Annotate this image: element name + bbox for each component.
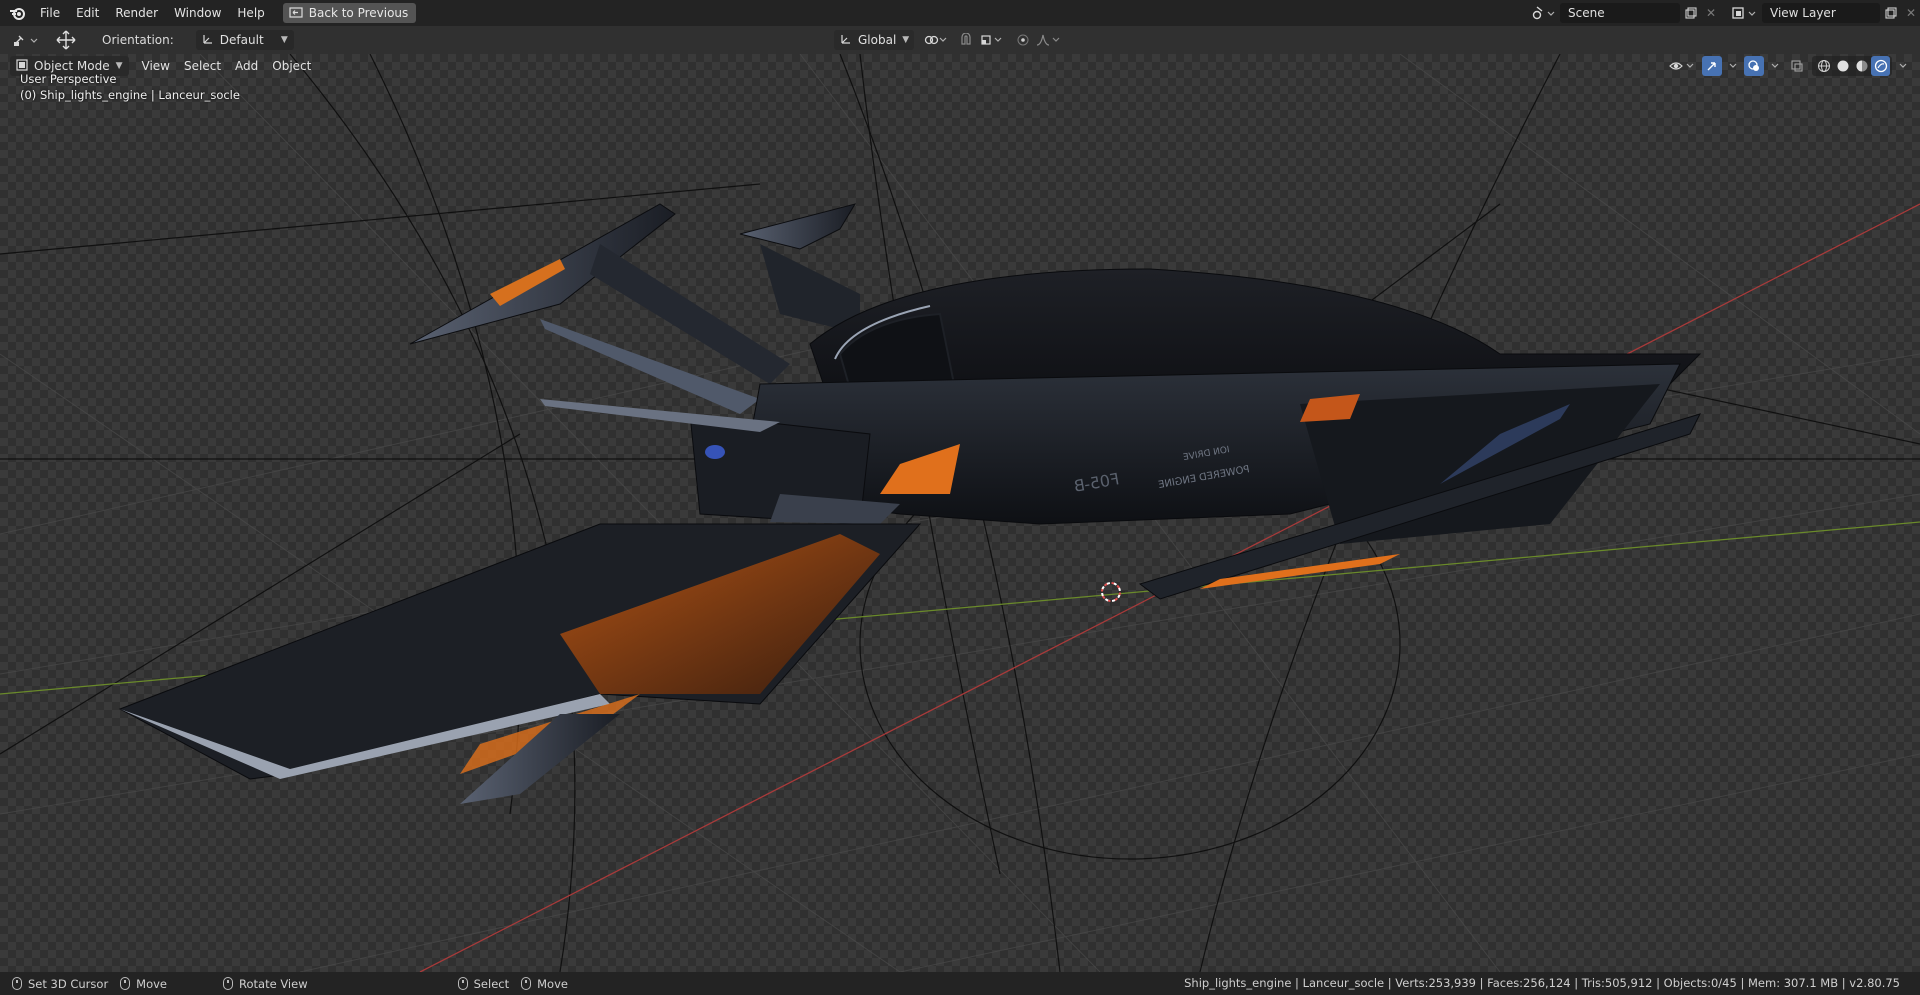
back-to-previous-label: Back to Previous: [308, 6, 409, 20]
view-layer-icon[interactable]: [1726, 3, 1762, 23]
chevron-down-icon[interactable]: [1768, 56, 1782, 76]
status-move: Move: [120, 972, 167, 995]
status-move-2-label: Move: [537, 976, 568, 991]
status-bar: Set 3D Cursor Move Rotate View Select Mo…: [0, 972, 1920, 995]
perspective-label: User Perspective: [20, 72, 117, 86]
proportional-edit-icon[interactable]: [1014, 30, 1032, 50]
orientation-axes-icon: [202, 33, 214, 48]
copy-icon[interactable]: [1680, 3, 1702, 23]
snap-icon[interactable]: [956, 30, 976, 50]
chevron-down-icon: ▼: [115, 61, 123, 71]
mouse-left-icon: [12, 977, 22, 990]
overlay-icon[interactable]: [1744, 56, 1764, 76]
visibility-icon[interactable]: [1668, 56, 1698, 76]
scene-name-field[interactable]: Scene: [1560, 3, 1680, 23]
status-set-3d-cursor: Set 3D Cursor: [12, 972, 108, 995]
menu-help[interactable]: Help: [229, 2, 272, 24]
rendered-shading-icon[interactable]: [1871, 56, 1890, 76]
viewport-header: Object Mode ▼ View Select Add Object: [0, 54, 1920, 78]
active-object-label: (0) Ship_lights_engine | Lanceur_socle: [20, 88, 240, 102]
global-axes-icon: [840, 33, 852, 48]
viewport-menu-select[interactable]: Select: [177, 59, 228, 73]
status-move-label: Move: [136, 976, 168, 991]
viewport-shading-controls: [1668, 56, 1910, 76]
mouse-drag-icon: [120, 977, 131, 990]
wireframe-shading-icon[interactable]: [1814, 56, 1833, 76]
status-set-3d-cursor-label: Set 3D Cursor: [28, 976, 109, 991]
chevron-down-icon: ▼: [280, 35, 288, 45]
solid-shading-icon[interactable]: [1833, 56, 1852, 76]
chevron-down-icon[interactable]: [1896, 56, 1910, 76]
close-icon[interactable]: ✕: [1702, 6, 1720, 20]
falloff-dropdown[interactable]: [1034, 30, 1064, 50]
top-bar: File Edit Render Window Help Back to Pre…: [0, 0, 1920, 26]
scene-statistics: Ship_lights_engine | Lanceur_socle | Ver…: [1184, 976, 1900, 990]
viewport-menu-add[interactable]: Add: [228, 59, 265, 73]
3d-cursor-icon[interactable]: [1097, 578, 1125, 606]
move-tool-icon[interactable]: [52, 30, 80, 50]
close-icon[interactable]: ✕: [1902, 6, 1920, 20]
transform-orientation-value: Global: [858, 33, 897, 47]
status-select-label: Select: [473, 976, 510, 991]
xray-icon[interactable]: [1786, 56, 1808, 76]
viewport-menu-view[interactable]: View: [135, 59, 177, 73]
orientation-label: Orientation:: [102, 33, 174, 47]
back-to-previous-button[interactable]: Back to Previous: [282, 3, 417, 23]
viewport-menu-object[interactable]: Object: [265, 59, 318, 73]
chevron-down-icon[interactable]: [1726, 56, 1740, 76]
status-rotate-view: Rotate View: [223, 972, 308, 995]
menu-render[interactable]: Render: [107, 2, 166, 24]
mouse-drag-icon: [521, 977, 532, 990]
pivot-icon[interactable]: [922, 30, 950, 50]
view-layer-field[interactable]: View Layer: [1762, 3, 1880, 23]
menu-edit[interactable]: Edit: [68, 2, 107, 24]
status-select: Select: [457, 972, 510, 995]
status-move-2: Move: [521, 972, 568, 995]
object-mode-label: Object Mode: [34, 59, 110, 73]
tool-settings-header: Orientation: Default ▼ Global ▼: [0, 26, 1920, 54]
orientation-dropdown[interactable]: Default ▼: [195, 30, 294, 50]
gizmo-icon[interactable]: [1702, 56, 1722, 76]
menu-window[interactable]: Window: [166, 2, 229, 24]
back-arrow-icon: [289, 7, 303, 19]
material-shading-icon[interactable]: [1852, 56, 1871, 76]
snap-target-dropdown[interactable]: [978, 30, 1008, 50]
3d-viewport[interactable]: ION DRIVE POWERED ENGINE F05-B Object Mo…: [0, 54, 1920, 972]
mouse-middle-icon: [223, 977, 234, 990]
copy-icon[interactable]: [1880, 3, 1902, 23]
blender-logo-icon[interactable]: [2, 0, 32, 26]
mouse-right-icon: [457, 977, 468, 990]
scene-icon[interactable]: [1526, 3, 1560, 23]
shading-mode-group: [1812, 56, 1892, 76]
spaceship-model: ION DRIVE POWERED ENGINE F05-B: [118, 203, 1702, 804]
transform-orientation-dropdown[interactable]: Global ▼: [834, 30, 914, 50]
viewport-scene: ION DRIVE POWERED ENGINE F05-B: [0, 54, 1920, 972]
menu-file[interactable]: File: [32, 2, 68, 24]
orientation-value: Default: [219, 33, 264, 47]
editor-type-icon[interactable]: [6, 30, 46, 50]
status-rotate-view-label: Rotate View: [239, 976, 308, 991]
chevron-down-icon: ▼: [902, 35, 910, 45]
